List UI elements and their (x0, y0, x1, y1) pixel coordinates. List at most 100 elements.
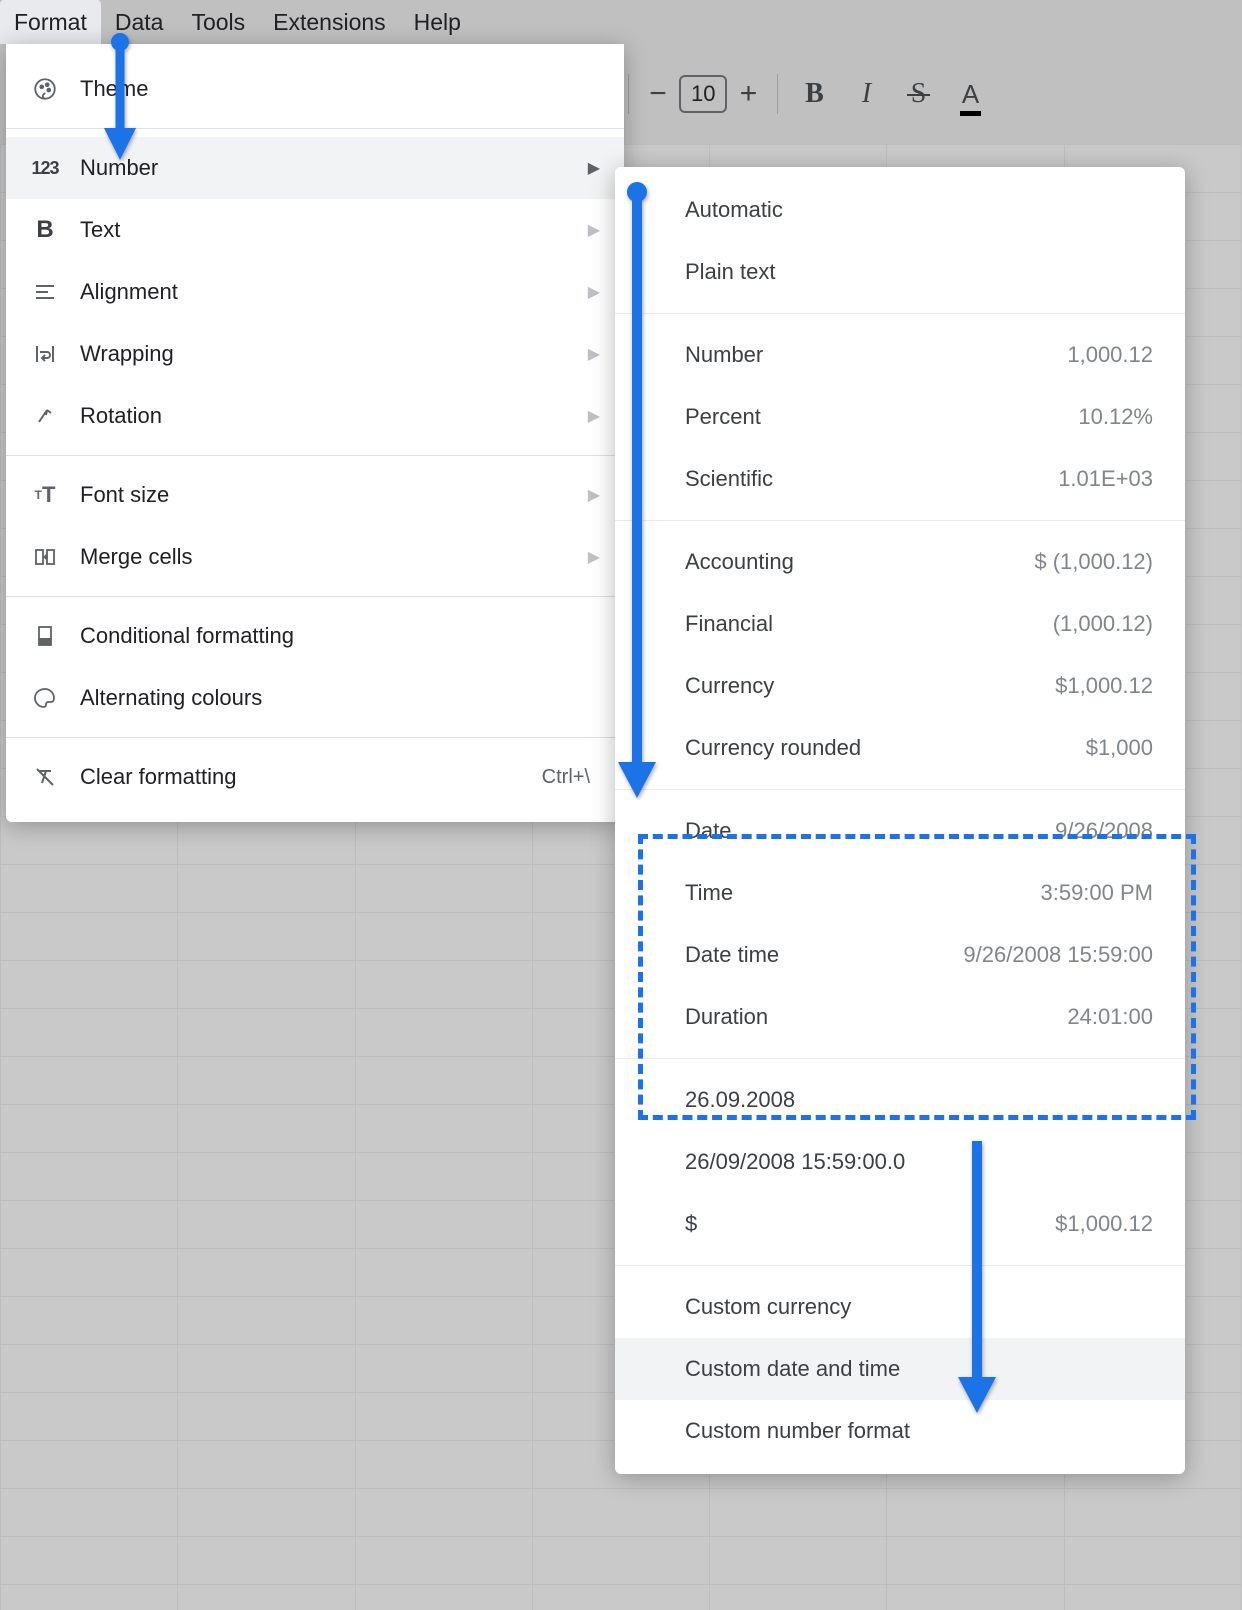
sample: 9/26/2008 (1055, 818, 1153, 844)
number-icon: 123 (30, 153, 60, 183)
conditional-formatting-icon (30, 621, 60, 651)
label: Plain text (685, 259, 1153, 285)
label: Number (685, 342, 1067, 368)
number-custom-sample-2[interactable]: 26/09/2008 15:59:00.0 (615, 1131, 1185, 1193)
alternating-colours-icon (30, 683, 60, 713)
text-color-icon: A (962, 79, 979, 110)
format-number[interactable]: 123 Number ▶ (6, 137, 624, 199)
menu-tools[interactable]: Tools (177, 0, 259, 44)
merge-cells-icon (30, 542, 60, 572)
rotation-icon (30, 401, 60, 431)
number-currency-rounded[interactable]: Currency rounded $1,000 (615, 717, 1185, 779)
format-theme[interactable]: Theme (6, 58, 624, 120)
number-custom-currency[interactable]: Custom currency (615, 1276, 1185, 1338)
number-custom-sample-1[interactable]: 26.09.2008 (615, 1069, 1185, 1131)
number-financial[interactable]: Financial (1,000.12) (615, 593, 1185, 655)
clear-formatting-icon (30, 762, 60, 792)
sample: $1,000.12 (1055, 673, 1153, 699)
menu-extensions[interactable]: Extensions (259, 0, 400, 44)
italic-button[interactable]: I (844, 72, 888, 116)
strikethrough-icon: S (911, 78, 927, 110)
label: Alternating colours (80, 685, 600, 711)
label: Text (80, 217, 588, 243)
text-color-button[interactable]: A (948, 72, 992, 116)
number-date[interactable]: Date 9/26/2008 (615, 800, 1185, 862)
submenu-arrow-icon: ▶ (588, 220, 600, 240)
label: Custom number format (685, 1418, 1153, 1444)
font-size-input[interactable]: 10 (679, 75, 727, 113)
format-alternating-colours[interactable]: Alternating colours (6, 667, 624, 729)
number-date-time[interactable]: Date time 9/26/2008 15:59:00 (615, 924, 1185, 986)
sample: 10.12% (1078, 404, 1153, 430)
submenu-arrow-icon: ▶ (588, 547, 600, 567)
separator (777, 74, 778, 114)
label: Wrapping (80, 341, 588, 367)
theme-icon (30, 74, 60, 104)
label: Currency (685, 673, 1055, 699)
font-size-increase[interactable]: + (733, 77, 763, 111)
font-size-icon: TT (30, 480, 60, 510)
label: Font size (80, 482, 588, 508)
font-size-decrease[interactable]: − (643, 77, 673, 111)
number-plain-text[interactable]: Plain text (615, 241, 1185, 303)
number-time[interactable]: Time 3:59:00 PM (615, 862, 1185, 924)
number-currency[interactable]: Currency $1,000.12 (615, 655, 1185, 717)
format-alignment[interactable]: Alignment ▶ (6, 261, 624, 323)
sample: 1,000.12 (1067, 342, 1153, 368)
alignment-icon (30, 277, 60, 307)
format-conditional-formatting[interactable]: Conditional formatting (6, 605, 624, 667)
menubar: Format Data Tools Extensions Help (0, 0, 1242, 44)
label: Time (685, 880, 1040, 906)
number-scientific[interactable]: Scientific 1.01E+03 (615, 448, 1185, 510)
sample: $1,000.12 (1055, 1211, 1153, 1237)
separator (6, 128, 624, 129)
font-size-control: − 10 + (643, 75, 763, 113)
number-number[interactable]: Number 1,000.12 (615, 324, 1185, 386)
number-duration[interactable]: Duration 24:01:00 (615, 986, 1185, 1048)
format-rotation[interactable]: Rotation ▶ (6, 385, 624, 447)
number-percent[interactable]: Percent 10.12% (615, 386, 1185, 448)
annotation-arrow-2 (612, 180, 662, 800)
strikethrough-button[interactable]: S (896, 72, 940, 116)
label: Date (685, 818, 1055, 844)
submenu-arrow-icon: ▶ (588, 406, 600, 426)
sample: (1,000.12) (1053, 611, 1153, 637)
label: Merge cells (80, 544, 588, 570)
label: Financial (685, 611, 1053, 637)
label: Automatic (685, 197, 1153, 223)
label: Theme (80, 76, 600, 102)
label: Conditional formatting (80, 623, 600, 649)
submenu-arrow-icon: ▶ (588, 485, 600, 505)
label: Accounting (685, 549, 1034, 575)
separator (615, 313, 1185, 314)
separator (628, 74, 629, 114)
separator (615, 789, 1185, 790)
number-custom-sample-3[interactable]: $ $1,000.12 (615, 1193, 1185, 1255)
number-custom-number-format[interactable]: Custom number format (615, 1400, 1185, 1462)
label: Currency rounded (685, 735, 1086, 761)
wrapping-icon (30, 339, 60, 369)
separator (6, 737, 624, 738)
number-automatic[interactable]: Automatic (615, 179, 1185, 241)
label: 26.09.2008 (685, 1087, 1153, 1113)
format-font-size[interactable]: TT Font size ▶ (6, 464, 624, 526)
sample: 24:01:00 (1067, 1004, 1153, 1030)
label: Alignment (80, 279, 588, 305)
format-text[interactable]: B Text ▶ (6, 199, 624, 261)
label: Date time (685, 942, 963, 968)
bold-button[interactable]: B (792, 72, 836, 116)
format-wrapping[interactable]: Wrapping ▶ (6, 323, 624, 385)
sample: 3:59:00 PM (1040, 880, 1153, 906)
number-custom-date-time[interactable]: Custom date and time (615, 1338, 1185, 1400)
menu-help[interactable]: Help (400, 0, 475, 44)
separator (615, 1265, 1185, 1266)
format-merge-cells[interactable]: Merge cells ▶ (6, 526, 624, 588)
label: Custom date and time (685, 1356, 1153, 1382)
format-clear-formatting[interactable]: Clear formatting Ctrl+\ (6, 746, 624, 808)
sample: $ (1,000.12) (1034, 549, 1153, 575)
shortcut-label: Ctrl+\ (542, 766, 590, 789)
menu-format[interactable]: Format (0, 0, 101, 44)
number-accounting[interactable]: Accounting $ (1,000.12) (615, 531, 1185, 593)
annotation-arrow-1 (100, 32, 140, 162)
label: Scientific (685, 466, 1058, 492)
